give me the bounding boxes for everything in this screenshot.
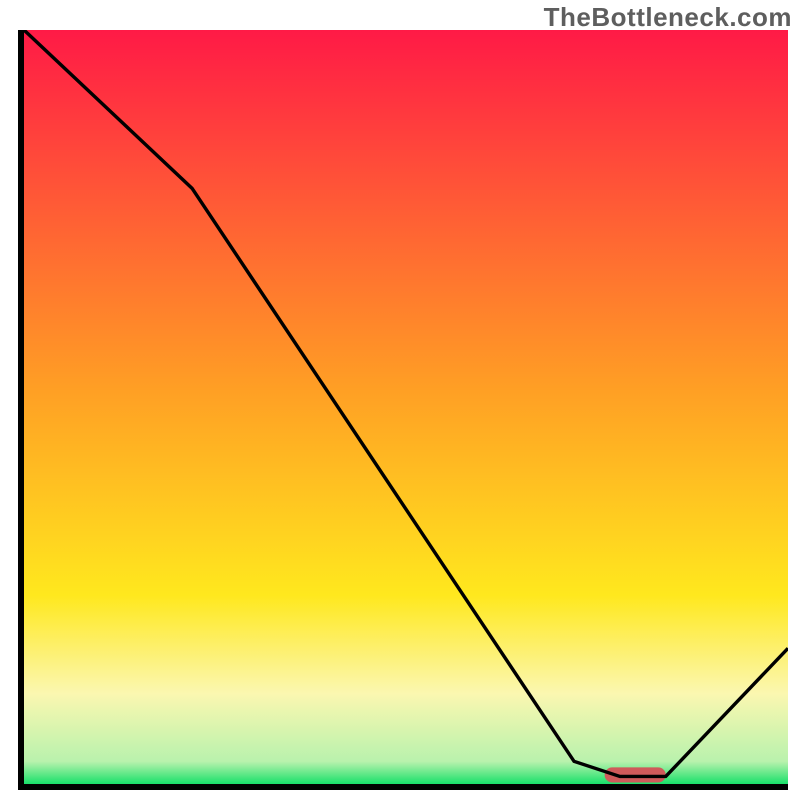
plot-area <box>18 30 788 790</box>
chart-svg <box>24 30 788 784</box>
watermark-text: TheBottleneck.com <box>544 2 792 33</box>
gradient-rect <box>24 30 788 784</box>
chart-frame: TheBottleneck.com <box>0 0 800 800</box>
